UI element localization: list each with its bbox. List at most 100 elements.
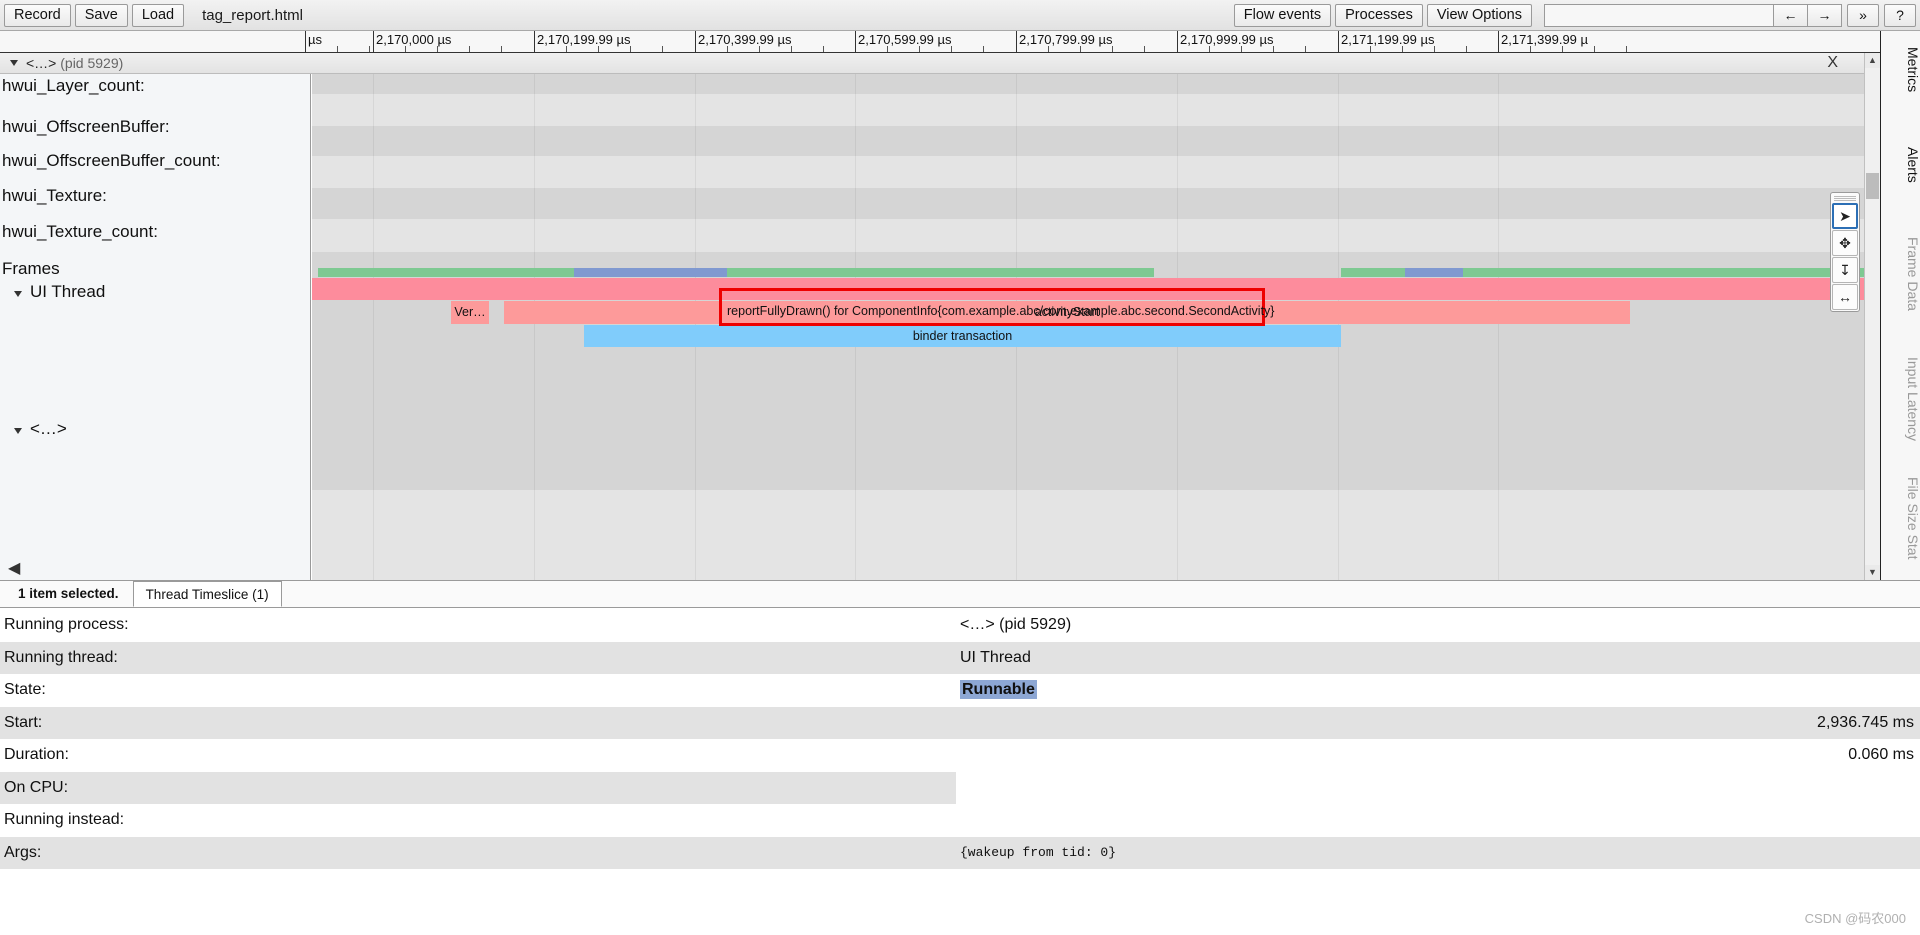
details-value-background <box>956 772 1920 805</box>
ruler-tick-label: 2,171,199.99 µs <box>1341 32 1435 47</box>
details-key-background <box>0 739 956 772</box>
scroll-up-icon[interactable]: ▲ <box>1865 53 1880 68</box>
slice-label: Ver… <box>454 305 486 320</box>
zoom-mode-icon: ↧ <box>1839 261 1851 278</box>
details-key: On CPU: <box>4 778 69 796</box>
process-group-title: <…> <box>26 55 57 71</box>
side-panel-tab-rail: Metrics Alerts Frame Data Input Latency File… <box>1880 31 1920 580</box>
select-mode-icon: ➤ <box>1839 207 1851 224</box>
track-label-text: hwui_Texture_count: <box>2 222 158 241</box>
search-next-button[interactable]: → <box>1808 3 1842 27</box>
track-label-2[interactable]: hwui_OffscreenBuffer_count: <box>0 151 310 171</box>
processes-button[interactable]: Processes <box>1335 3 1423 27</box>
track-label-6[interactable]: UI Thread <box>0 282 310 302</box>
tab-thread-timeslice[interactable]: Thread Timeslice (1) <box>132 581 282 607</box>
details-key-background <box>0 674 956 707</box>
track-label-1[interactable]: hwui_OffscreenBuffer: <box>0 117 310 137</box>
side-tab-label: Frame Data <box>1905 237 1920 311</box>
details-key-background <box>0 641 956 674</box>
view-options-button[interactable]: View Options <box>1426 3 1532 27</box>
details-key: Duration: <box>4 746 69 764</box>
pan-mode-icon: ✥ <box>1839 234 1851 251</box>
process-group-header[interactable]: <…> (pid 5929) X <box>0 53 1880 74</box>
drag-handle[interactable] <box>1834 196 1856 201</box>
ruler-tick-label: 2,170,599.99 µs <box>858 32 952 47</box>
scroll-left-caret-icon[interactable]: ◀ <box>8 558 20 578</box>
select-mode-button[interactable]: ➤ <box>1832 203 1858 229</box>
details-key: State: <box>4 681 46 699</box>
ruler-tick-minor <box>630 46 631 52</box>
save-button[interactable]: Save <box>74 3 128 27</box>
ruler-tick-major <box>305 31 306 52</box>
details-row: Running instead: <box>0 804 1920 837</box>
track-label-5[interactable]: Frames <box>0 259 310 279</box>
ruler-tick-minor <box>1562 46 1563 52</box>
ruler-tick-minor <box>983 46 984 52</box>
ruler-tick-minor <box>951 46 952 52</box>
details-value-background <box>956 739 1920 772</box>
interaction-mode-panel[interactable]: ➤ ✥ ↧ ↔ <box>1830 192 1860 312</box>
details-value: UI Thread <box>960 648 1031 666</box>
slice-ui-thread-running[interactable] <box>312 278 1868 300</box>
track-band-0 <box>312 74 1868 94</box>
side-tab-frame-data[interactable]: Frame Data <box>1881 231 1920 311</box>
ruler-tick-minor <box>1209 46 1210 52</box>
slice-slice-binder-transaction[interactable]: binder transaction <box>584 325 1341 347</box>
state-badge: Runnable <box>960 680 1037 700</box>
track-label-text: hwui_Texture: <box>2 186 107 205</box>
flow-events-button[interactable]: Flow events <box>1233 3 1332 27</box>
help-button[interactable]: ? <box>1884 3 1916 27</box>
search-input[interactable] <box>1544 3 1774 27</box>
overflow-menu-button[interactable]: » <box>1847 3 1879 27</box>
slice-cpu-green-1[interactable] <box>318 268 574 277</box>
search-prev-button[interactable]: ← <box>1774 3 1808 27</box>
track-canvas[interactable]: Ver… activityStart binder transaction repo… <box>312 74 1868 580</box>
track-label-4[interactable]: hwui_Texture_count: <box>0 222 310 242</box>
ruler-tick-label: µs <box>308 32 322 47</box>
chevron-down-icon[interactable] <box>14 428 22 434</box>
zoom-mode-button[interactable]: ↧ <box>1832 257 1858 283</box>
chevron-down-icon[interactable] <box>10 60 18 66</box>
details-row: Running thread: UI Thread <box>0 641 1920 674</box>
track-label-0[interactable]: hwui_Layer_count: <box>0 76 310 96</box>
time-ruler[interactable]: µs 2,170,000 µs 2,170,199.99 µs 2,170,399.9… <box>0 31 1880 53</box>
side-tab-input-latency[interactable]: Input Latency <box>1881 351 1920 441</box>
details-key: Start: <box>4 713 43 731</box>
side-tab-file-size-stat[interactable]: File Size Stat <box>1881 471 1920 559</box>
ruler-tick-minor <box>1466 46 1467 52</box>
slice-slice-ver[interactable]: Ver… <box>451 301 489 324</box>
timeline-vertical-scrollbar[interactable]: ▲ ▼ <box>1864 53 1880 580</box>
timing-mode-button[interactable]: ↔ <box>1832 284 1858 310</box>
slice-cpu-blue-2[interactable] <box>1405 268 1463 277</box>
details-value: 2,936.745 ms <box>1817 713 1914 731</box>
pan-mode-button[interactable]: ✥ <box>1832 230 1858 256</box>
ruler-tick-minor <box>337 46 338 52</box>
track-label-7[interactable]: <…> <box>0 419 310 439</box>
load-button[interactable]: Load <box>131 3 185 27</box>
slice-cpu-blue-1[interactable] <box>574 268 727 277</box>
track-band-10 <box>312 490 1868 580</box>
track-band-5 <box>312 219 1868 252</box>
track-label-3[interactable]: hwui_Texture: <box>0 186 310 206</box>
details-value-background <box>956 804 1920 837</box>
details-key-background <box>0 609 956 642</box>
side-tab-metrics[interactable]: Metrics <box>1881 41 1920 92</box>
details-value: <…> (pid 5929) <box>960 616 1072 634</box>
scroll-down-icon[interactable]: ▼ <box>1865 565 1880 580</box>
side-tab-alerts[interactable]: Alerts <box>1881 141 1920 183</box>
side-tab-label: File Size Stat <box>1905 477 1920 560</box>
record-button[interactable]: Record <box>4 3 71 27</box>
track-band-3 <box>312 156 1868 188</box>
ruler-tick-minor <box>1402 46 1403 52</box>
side-tab-label: Input Latency <box>1905 357 1920 442</box>
close-icon[interactable]: X <box>1827 54 1838 72</box>
slice-cpu-green-3[interactable] <box>1341 268 1405 277</box>
slice-cpu-green-2[interactable] <box>727 268 1154 277</box>
slice-cpu-green-4[interactable] <box>1463 268 1868 277</box>
scrollbar-thumb[interactable] <box>1866 173 1879 199</box>
chevron-down-icon[interactable] <box>14 291 22 297</box>
details-value-background <box>956 609 1920 642</box>
details-value-background <box>956 706 1920 739</box>
ruler-tick-label: 2,170,199.99 µs <box>537 32 631 47</box>
details-key-background <box>0 771 956 804</box>
